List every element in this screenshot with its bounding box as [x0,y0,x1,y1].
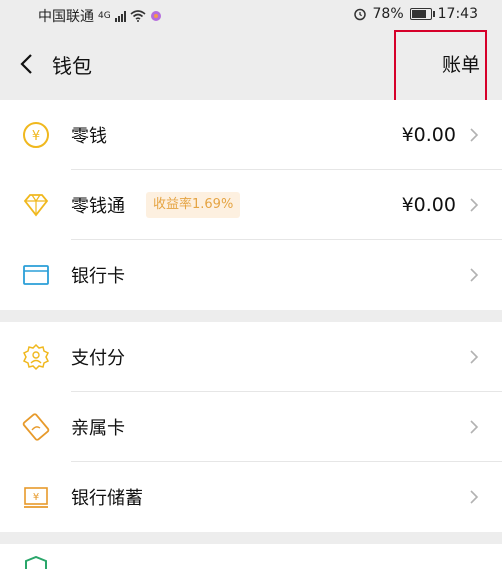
diamond-icon [23,194,49,217]
pay-score-label: 支付分 [71,348,125,369]
list-item-pay-score[interactable]: 支付分 [0,322,502,392]
family-card-label: 亲属卡 [71,418,125,439]
battery-percent: 78% [372,6,404,22]
signal-icon [114,10,126,22]
chevron-right-icon [470,350,479,364]
status-right: 78% 17:43 [353,6,478,22]
family-card-icon [22,413,50,441]
list-item-lingqiantong[interactable]: 零钱通 收益率1.69% ¥0.00 [0,170,502,240]
bank-savings-icon: ¥ [24,487,48,508]
back-arrow-icon[interactable] [18,52,38,76]
yuan-coin-icon: ¥ [23,122,49,148]
page-title: 钱包 [52,54,92,78]
bank-card-icon [23,265,49,285]
list-item-bank-card[interactable]: 银行卡 [0,240,502,310]
bill-button[interactable]: 账单 [442,50,480,77]
chevron-right-icon [470,490,479,504]
status-bar: 中国联通 4G 78% 17:43 [0,0,502,30]
wifi-icon [130,10,146,22]
next-section-partial [0,544,502,569]
network-type: 4G [98,11,111,21]
alarm-icon [353,8,366,21]
svg-text:¥: ¥ [32,129,40,144]
status-left: 中国联通 4G [38,6,162,26]
app-notification-icon [150,11,161,21]
battery-icon [409,8,435,20]
lingqiantong-label: 零钱通 [71,196,125,217]
shield-icon [25,556,47,569]
lingqiantong-balance: ¥0.00 [401,194,456,216]
bank-savings-label: 银行储蓄 [71,488,143,509]
yield-rate-badge: 收益率1.69% [146,192,241,218]
wallet-balance-section: ¥ 零钱 ¥0.00 零钱通 收益率1.69% ¥0.00 银行卡 [0,100,502,310]
chevron-right-icon [470,268,479,282]
list-item-bank-savings[interactable]: ¥ 银行储蓄 [0,462,502,532]
clock-time: 17:43 [437,6,478,22]
services-section: 支付分 亲属卡 ¥ 银行储蓄 [0,322,502,532]
svg-text:¥: ¥ [33,492,39,503]
pay-score-icon [22,343,50,371]
carrier-name: 中国联通 [38,9,94,25]
bank-card-label: 银行卡 [71,266,125,287]
list-item-family-card[interactable]: 亲属卡 [0,392,502,462]
chevron-right-icon [470,128,479,142]
nav-bar: 钱包 账单 [0,30,502,100]
chevron-right-icon [470,198,479,212]
change-label: 零钱 [71,126,107,147]
list-item-change[interactable]: ¥ 零钱 ¥0.00 [0,100,502,170]
change-balance: ¥0.00 [401,124,456,146]
chevron-right-icon [470,420,479,434]
